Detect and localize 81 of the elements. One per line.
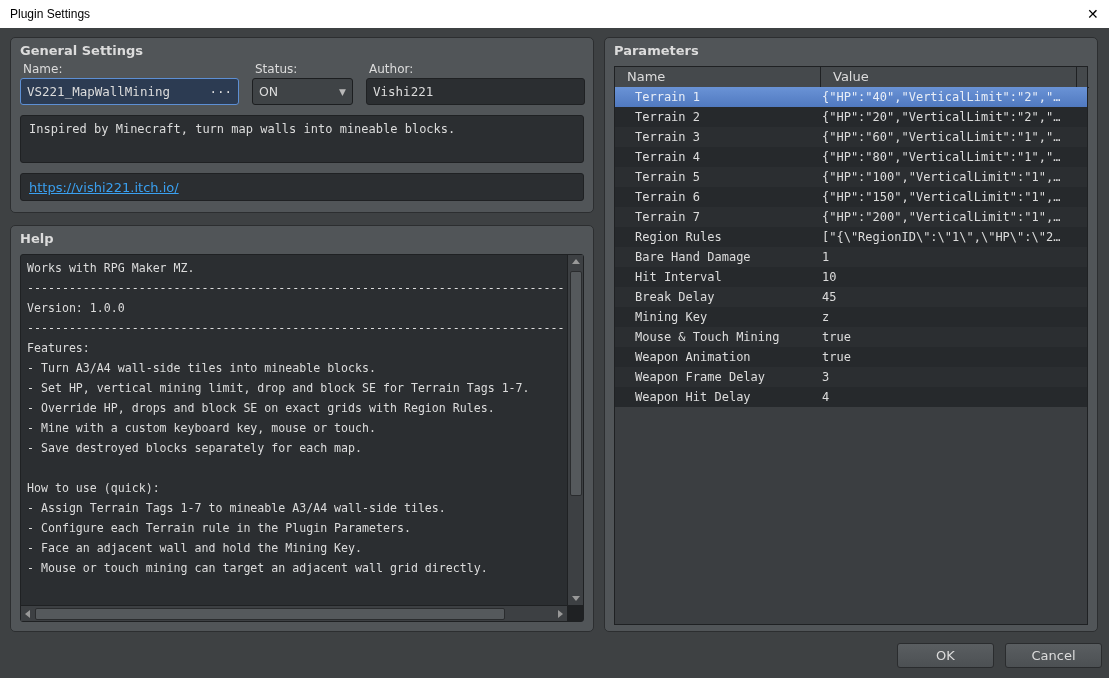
parameter-name: Terrain 2: [634, 109, 702, 126]
parameter-row[interactable]: Weapon Hit Delay 4: [615, 387, 1087, 407]
parameter-value: {"HP":"60","VerticalLimit":"1","…: [821, 129, 1062, 146]
parameter-value: {"HP":"80","VerticalLimit":"1","…: [821, 149, 1062, 166]
parameter-name: Bare Hand Damage: [634, 249, 752, 266]
browse-button[interactable]: ···: [209, 84, 232, 99]
field-label: Name:: [22, 62, 64, 77]
parameter-row[interactable]: Mouse & Touch Mining true: [615, 327, 1087, 347]
field-label: Author:: [368, 62, 415, 77]
help-text-line: - Assign Terrain Tags 1-7 to mineable A3/A4 wall-side tiles.: [27, 500, 447, 517]
help-text-line: - Set HP, vertical mining limit, drop and block SE for Terrain Tags 1-7.: [27, 380, 531, 397]
parameter-row[interactable]: Terrain 2 {"HP":"20","VerticalLimit":"2","…: [615, 107, 1087, 127]
help-text-line: - Save destroyed blocks separately for each map.: [27, 440, 364, 457]
parameter-row[interactable]: Terrain 6 {"HP":"150","VerticalLimit":"1",…: [615, 187, 1087, 207]
parameter-row[interactable]: Terrain 4 {"HP":"80","VerticalLimit":"1","…: [615, 147, 1087, 167]
parameter-name: Terrain 1: [634, 89, 702, 106]
parameter-row[interactable]: Break Delay 45: [615, 287, 1087, 307]
parameter-name: Mouse & Touch Mining: [634, 329, 781, 346]
help-text-line: -----------------------------------------------------------------------------: [27, 280, 566, 297]
field-label: Status:: [254, 62, 299, 77]
parameter-value: true: [821, 329, 852, 346]
parameter-row[interactable]: Terrain 3 {"HP":"60","VerticalLimit":"1","…: [615, 127, 1087, 147]
section-heading: Help: [20, 230, 55, 248]
parameter-row[interactable]: Terrain 7 {"HP":"200","VerticalLimit":"1",…: [615, 207, 1087, 227]
help-text-line: - Mouse or touch mining can target an adjacent wall grid directly.: [27, 560, 489, 577]
help-text-line: - Configure each Terrain rule in the Plugin Parameters.: [27, 520, 412, 537]
parameter-value: true: [821, 349, 852, 366]
parameter-value: {"HP":"100","VerticalLimit":"1",…: [821, 169, 1062, 186]
parameter-name: Terrain 5: [634, 169, 702, 186]
section-heading: General Settings: [20, 42, 145, 60]
help-text-line: Features:: [27, 340, 91, 357]
parameter-value: z: [821, 309, 831, 326]
parameter-name: Terrain 4: [634, 149, 702, 166]
help-text-line: - Mine with a custom keyboard key, mouse or touch.: [27, 420, 377, 437]
author-field[interactable]: Vishi221: [366, 78, 585, 105]
caret-icon: ▼: [339, 86, 346, 97]
help-text-line: Works with RPG Maker MZ.: [27, 260, 196, 277]
ok-button[interactable]: OK: [897, 643, 994, 668]
parameter-name: Terrain 6: [634, 189, 702, 206]
parameter-value: {"HP":"200","VerticalLimit":"1",…: [821, 209, 1062, 226]
parameter-name: Hit Interval: [634, 269, 723, 286]
parameter-row[interactable]: Hit Interval 10: [615, 267, 1087, 287]
cancel-button[interactable]: Cancel: [1005, 643, 1102, 668]
help-text-line: - Turn A3/A4 wall-side tiles into mineable blocks.: [27, 360, 377, 377]
name-field[interactable]: VS221_MapWallMining ···: [20, 78, 239, 105]
parameter-row[interactable]: Terrain 5 {"HP":"100","VerticalLimit":"1",…: [615, 167, 1087, 187]
parameter-name: Terrain 7: [634, 209, 702, 226]
parameter-value: 4: [821, 389, 831, 406]
help-text-line: How to use (quick):: [27, 480, 161, 497]
parameter-row[interactable]: Bare Hand Damage 1: [615, 247, 1087, 267]
help-text-line: - Face an adjacent wall and hold the Mining Key.: [27, 540, 364, 557]
parameter-name: Break Delay: [634, 289, 716, 306]
horizontal-scrollbar[interactable]: [21, 605, 567, 621]
parameter-name: Weapon Frame Delay: [634, 369, 767, 386]
parameter-row[interactable]: Weapon Animation true: [615, 347, 1087, 367]
close-button[interactable]: ✕: [1087, 6, 1109, 22]
status-dropdown[interactable]: ON ▼: [252, 78, 353, 105]
url-link[interactable]: https://vishi221.itch.io/: [29, 179, 179, 195]
parameter-value: 1: [821, 249, 831, 266]
parameter-row[interactable]: Mining Key z: [615, 307, 1087, 327]
parameter-name: Weapon Hit Delay: [634, 389, 752, 406]
parameter-row[interactable]: Region Rules ["{\"RegionID\":\"1\",\"HP\":\"2…: [615, 227, 1087, 247]
parameter-name: Region Rules: [634, 229, 723, 246]
description-field[interactable]: Inspired by Minecraft, turn map walls into mineable blocks.: [20, 115, 584, 163]
parameter-name: Terrain 3: [634, 129, 702, 146]
parameter-name: Weapon Animation: [634, 349, 752, 366]
parameter-value: 45: [821, 289, 838, 306]
section-heading: Parameters: [614, 42, 700, 60]
parameter-value: 10: [821, 269, 838, 286]
parameter-value: {"HP":"150","VerticalLimit":"1",…: [821, 189, 1062, 206]
help-text-line: Version: 1.0.0: [27, 300, 126, 317]
parameter-value: 3: [821, 369, 831, 386]
parameter-value: {"HP":"40","VerticalLimit":"2","…: [821, 89, 1062, 106]
parameter-row[interactable]: Weapon Frame Delay 3: [615, 367, 1087, 387]
parameter-value: ["{\"RegionID\":\"1\",\"HP\":\"2…: [821, 229, 1062, 246]
help-text-line: - Override HP, drops and block SE on exact grids with Region Rules.: [27, 400, 496, 417]
parameter-value: {"HP":"20","VerticalLimit":"2","…: [821, 109, 1062, 126]
vertical-scrollbar[interactable]: [567, 255, 583, 605]
window-title: Plugin Settings: [9, 7, 91, 21]
help-text-line: -----------------------------------------------------------------------------: [27, 320, 566, 337]
parameter-name: Mining Key: [634, 309, 709, 326]
